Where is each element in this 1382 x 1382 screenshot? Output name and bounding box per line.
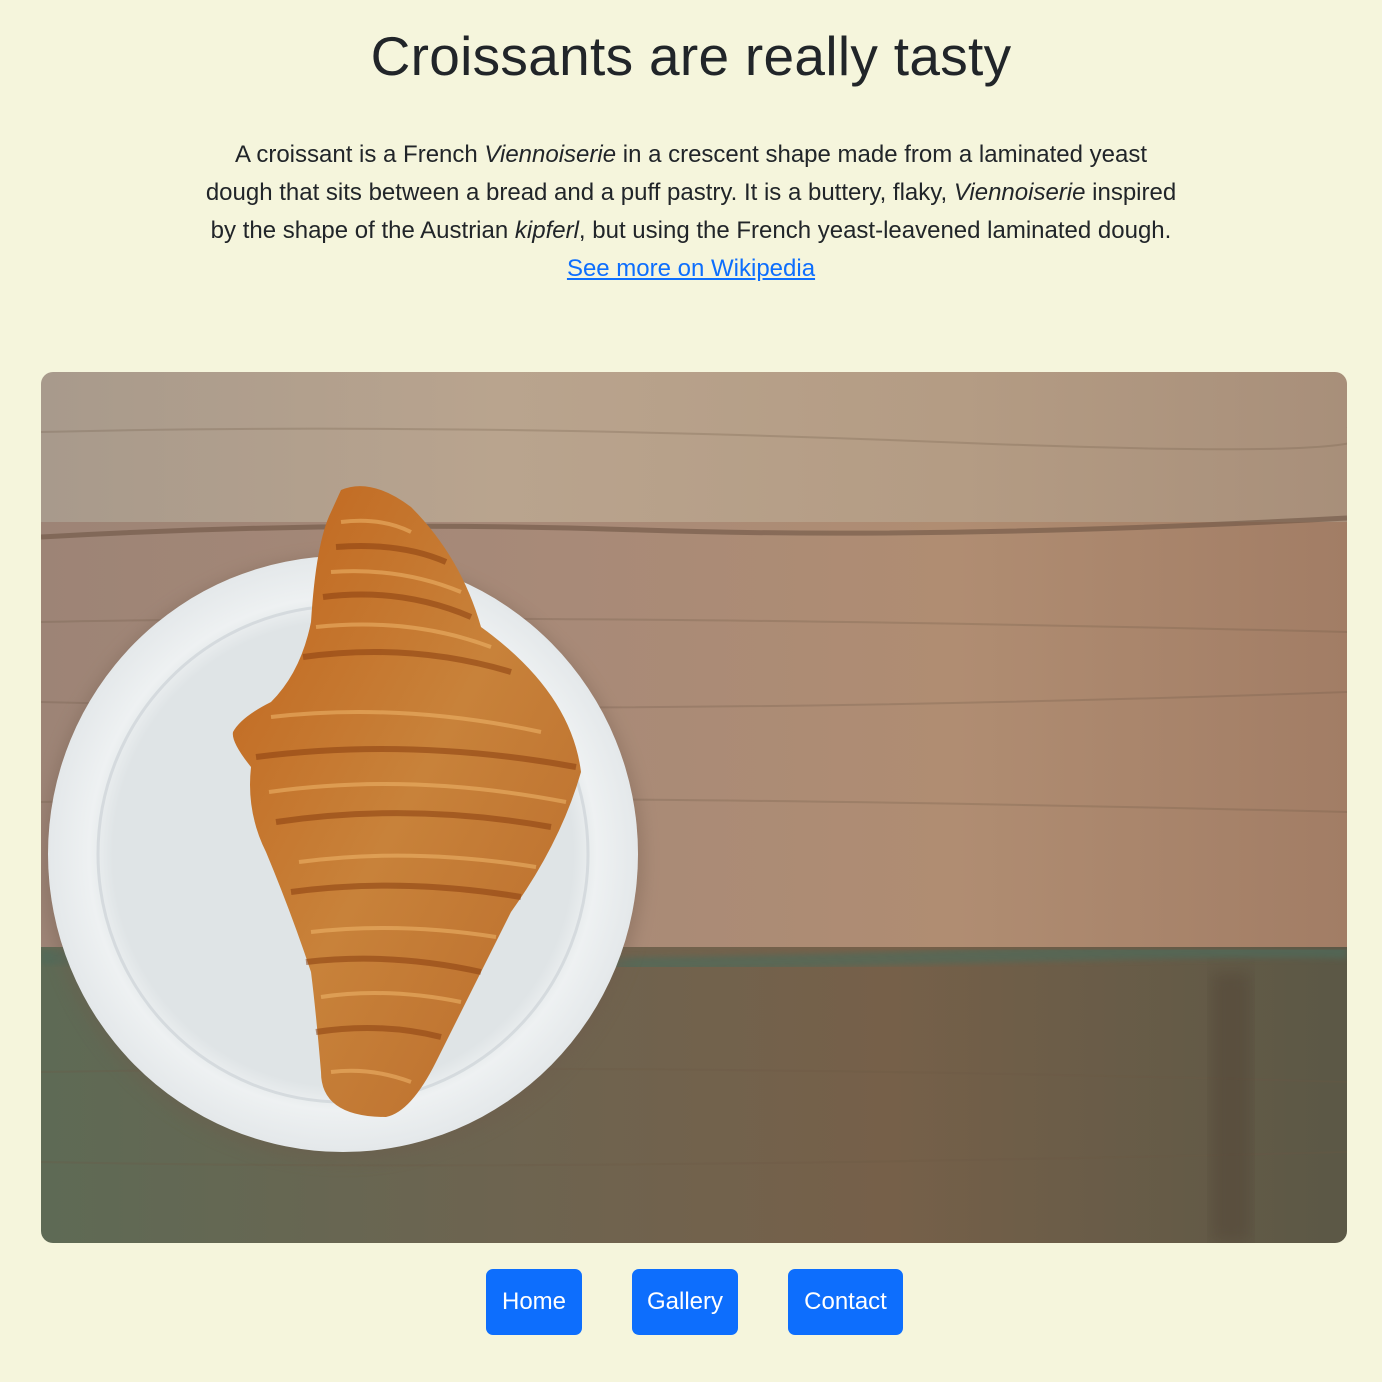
intro-emphasis-viennoiserie: Viennoiserie xyxy=(484,141,617,168)
intro-emphasis-viennoiserie: Viennoiserie xyxy=(953,179,1086,206)
intro-text: , but using the French yeast-leavened la… xyxy=(578,217,1172,244)
intro-text: A croissant is a French xyxy=(234,141,485,168)
contact-button[interactable]: Contact xyxy=(788,1269,903,1335)
gallery-button[interactable]: Gallery xyxy=(632,1269,738,1335)
wikipedia-link[interactable]: See more on Wikipedia xyxy=(567,255,815,282)
nav-buttons: Home Gallery Contact xyxy=(0,1269,1382,1335)
croissant-photo xyxy=(41,372,1347,1243)
intro-emphasis-kipferl: kipferl xyxy=(514,217,579,244)
home-button[interactable]: Home xyxy=(486,1269,582,1335)
intro-paragraph: A croissant is a French Viennoiserie in … xyxy=(200,136,1182,288)
page-title: Croissants are really tasty xyxy=(370,25,1012,87)
